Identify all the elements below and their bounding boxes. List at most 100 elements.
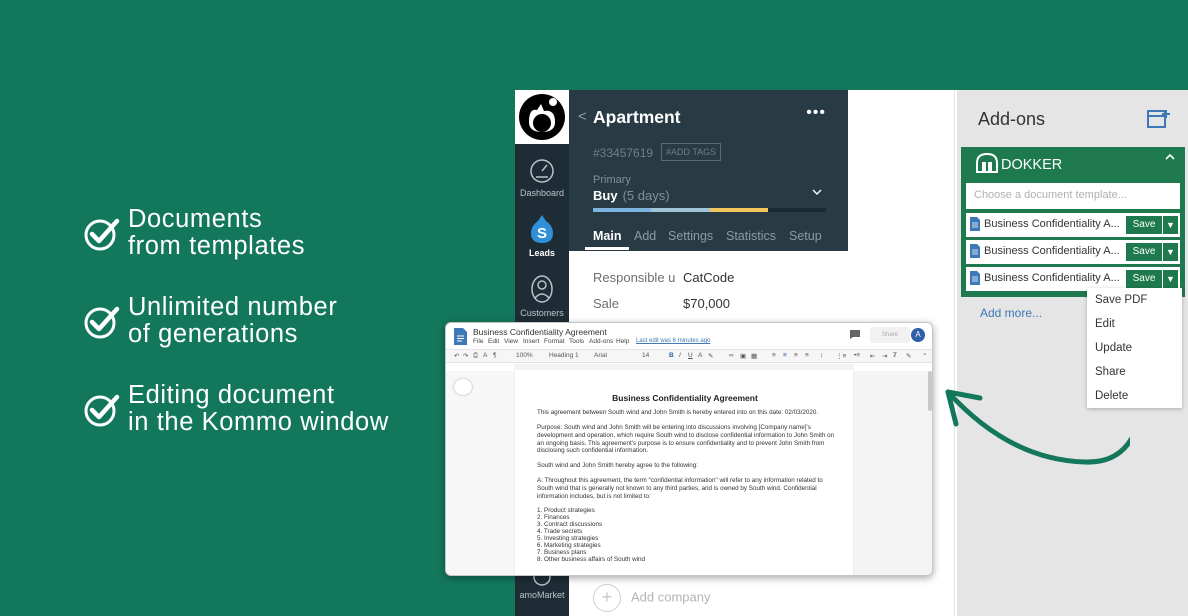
add-tags-button[interactable]: #ADD TAGS (661, 143, 722, 161)
collapse-icon[interactable]: ⌃ (922, 352, 927, 360)
text-color-icon[interactable]: A (698, 352, 702, 359)
pipeline-name: Primary (593, 174, 631, 186)
sidebar-item-leads[interactable]: S Leads (515, 214, 569, 258)
document-icon (970, 271, 980, 285)
outdent-icon[interactable]: ⇥ (882, 352, 887, 360)
page-margin-right (854, 371, 932, 575)
template-select[interactable]: Choose a document template... (966, 183, 1180, 209)
align-center-icon[interactable]: ≡ (783, 352, 787, 359)
add-company-button[interactable]: + Add company (593, 584, 711, 612)
font-size-select[interactable]: 14 (642, 352, 649, 359)
lead-header: < Apartment ••• #33457619 #ADD TAGS Prim… (569, 90, 848, 251)
insert-comment-icon[interactable]: ▣ (740, 352, 746, 360)
indent-icon[interactable]: ⇤ (870, 352, 875, 360)
save-button[interactable]: Save (1126, 216, 1162, 234)
menu-insert[interactable]: Insert (523, 338, 539, 345)
redo-icon[interactable]: ↷ (463, 352, 468, 360)
outline-toggle-icon[interactable] (454, 379, 472, 395)
progress-segment (651, 208, 710, 212)
dokker-widget: DOKKER Choose a document template... Bus… (961, 147, 1185, 297)
list-item: 4. Trade secrets (537, 528, 583, 535)
dropdown-caret-icon[interactable]: ▼ (1163, 243, 1178, 261)
menu-view[interactable]: View (504, 338, 518, 345)
list-item: 7. Business plans (537, 549, 587, 556)
editor-toolbar: ↶ ↷ ⎙ A ¶ 100% Heading 1 Arial 14 B I U … (446, 349, 932, 363)
dokker-title: DOKKER (975, 152, 1063, 173)
menu-addons[interactable]: Add-ons (589, 338, 613, 345)
last-edit-link[interactable]: Last edit was 6 minutes ago (636, 338, 710, 344)
add-more-link[interactable]: Add more... (980, 306, 1042, 320)
save-button[interactable]: Save (1126, 270, 1162, 288)
undo-icon[interactable]: ↶ (454, 352, 459, 360)
lead-id: #33457619 (593, 146, 654, 160)
stage-days: (5 days) (622, 188, 670, 203)
style-select[interactable]: Heading 1 (549, 352, 579, 359)
zoom-select[interactable]: 100% (516, 352, 533, 359)
back-arrow-icon[interactable]: < (578, 108, 587, 125)
justify-icon[interactable]: ≡ (805, 352, 809, 359)
more-options-icon[interactable]: ••• (806, 104, 826, 122)
bulleted-list-icon[interactable]: •≡ (854, 352, 860, 359)
tab-settings[interactable]: Settings (668, 229, 713, 243)
share-button[interactable]: Share (870, 327, 910, 343)
customers-icon (531, 275, 553, 303)
align-right-icon[interactable]: ≡ (794, 352, 798, 359)
avatar[interactable]: A (911, 328, 925, 342)
italic-icon[interactable]: I (679, 352, 681, 359)
ruler[interactable] (514, 364, 854, 370)
insert-image-icon[interactable]: ▦ (751, 352, 757, 360)
menu-help[interactable]: Help (616, 338, 629, 345)
scrollbar[interactable] (928, 371, 932, 411)
plus-icon: + (593, 584, 621, 612)
save-button[interactable]: Save (1126, 243, 1162, 261)
numbered-list-icon[interactable]: ⋮≡ (836, 352, 846, 360)
clear-format-icon[interactable]: Ⱦ (893, 352, 897, 359)
underline-icon[interactable]: U (688, 352, 693, 359)
sidebar-item-customers[interactable]: Customers (515, 274, 569, 318)
spellcheck-icon[interactable]: A (483, 352, 487, 359)
chevron-up-icon[interactable] (1165, 153, 1175, 161)
field-value-responsible[interactable]: CatCode (683, 270, 734, 285)
dropdown-caret-icon[interactable]: ▼ (1163, 270, 1178, 288)
menu-edit[interactable]: Edit (488, 338, 499, 345)
app-logo[interactable] (515, 90, 569, 144)
link-icon[interactable]: ∞ (729, 352, 734, 359)
document-page[interactable]: Business Confidentiality Agreement This … (514, 371, 854, 575)
pen-icon[interactable]: ✎ (906, 352, 911, 360)
template-name: Business Confidentiality A... (984, 218, 1120, 230)
font-select[interactable]: Arial (594, 352, 607, 359)
addons-title: Add-ons (978, 109, 1046, 129)
menu-tools[interactable]: Tools (569, 338, 584, 345)
gauge-icon (530, 159, 554, 183)
paint-format-icon[interactable]: ¶ (493, 352, 497, 359)
chevron-down-icon[interactable] (812, 189, 822, 196)
active-tab-indicator (585, 247, 629, 250)
menu-format[interactable]: Format (544, 338, 565, 345)
menu-file[interactable]: File (473, 338, 483, 345)
add-widget-icon[interactable] (1147, 108, 1171, 130)
sidebar-item-dashboard[interactable]: Dashboard (515, 158, 569, 198)
tab-statistics[interactable]: Statistics (726, 229, 776, 243)
line-spacing-icon[interactable]: ↕ (820, 352, 823, 359)
pipeline-stage-select[interactable]: Buy (5 days) (593, 188, 670, 203)
dokker-name: DOKKER (1001, 157, 1063, 173)
list-item: 1. Product strategies (537, 507, 595, 514)
document-title[interactable]: Business Confidentiality Agreement (473, 327, 607, 337)
field-value-sale[interactable]: $70,000 (683, 296, 730, 311)
menu-item-save-pdf[interactable]: Save PDF (1095, 294, 1147, 306)
tab-add[interactable]: Add (634, 229, 656, 243)
highlight-icon[interactable]: ✎ (708, 352, 713, 360)
sidebar-item-label: amoMarket (519, 590, 565, 600)
tab-setup[interactable]: Setup (789, 229, 822, 243)
tab-main[interactable]: Main (593, 229, 621, 243)
print-icon[interactable]: ⎙ (473, 352, 478, 360)
list-item: 6. Marketing strategies (537, 542, 601, 549)
dropdown-caret-icon[interactable]: ▼ (1163, 216, 1178, 234)
document-paragraph: A: Throughout this agreement, the term "… (537, 477, 823, 500)
checkmark-circle-icon (84, 306, 120, 339)
bold-icon[interactable]: B (669, 352, 674, 359)
comment-icon[interactable] (850, 330, 860, 339)
feature-line: from templates (128, 232, 306, 260)
align-left-icon[interactable]: ≡ (772, 352, 776, 359)
progress-segment (593, 208, 652, 212)
